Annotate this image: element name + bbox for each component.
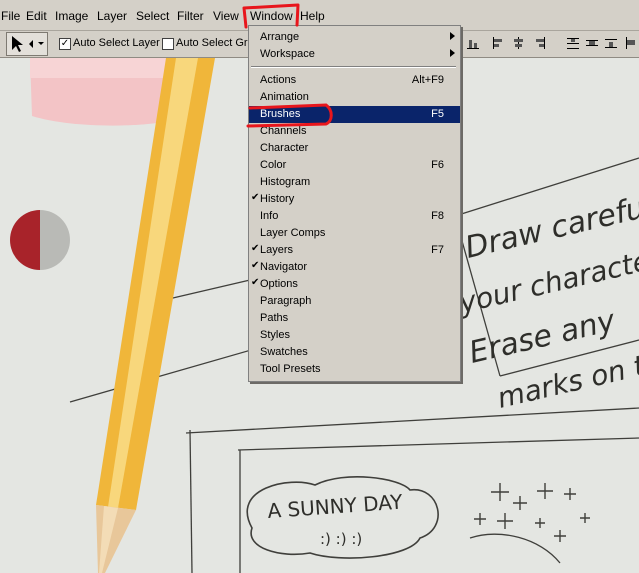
menu-item-color[interactable]: Color F6 (249, 157, 460, 174)
menu-item-label: Navigator (260, 261, 308, 273)
distribute-center-icon[interactable] (585, 36, 599, 50)
menu-item-shortcut: F5 (431, 108, 444, 120)
align-right-icon[interactable] (532, 36, 546, 50)
menu-item-label: Paragraph (260, 295, 312, 307)
menu-item-navigator[interactable]: ✔ Navigator (249, 259, 460, 276)
menu-item-label: Actions (260, 74, 297, 86)
move-tool-icon (12, 36, 44, 52)
menu-item-shortcut: F6 (431, 159, 444, 171)
menu-item-label: Options (260, 278, 298, 290)
menu-item-histogram[interactable]: Histogram (249, 174, 460, 191)
menu-item-options[interactable]: ✔ Options (249, 276, 460, 293)
window-menu-dropdown: Arrange Workspace Actions Alt+F9 Animatio… (248, 25, 461, 382)
submenu-arrow-icon (450, 49, 455, 57)
menu-filter[interactable]: Filter (177, 9, 204, 23)
align-left-icon[interactable] (492, 36, 506, 50)
menu-item-label: Info (260, 210, 279, 222)
menu-item-history[interactable]: ✔ History (249, 191, 460, 208)
menu-view[interactable]: View (213, 9, 239, 23)
menu-item-arrange[interactable]: Arrange (249, 29, 460, 46)
menu-image[interactable]: Image (55, 9, 88, 23)
distribute-left-icon[interactable] (624, 36, 638, 50)
menu-item-label: Layer Comps (260, 227, 326, 239)
menu-help[interactable]: Help (300, 9, 325, 23)
menu-item-shortcut: F7 (431, 244, 444, 256)
menu-item-workspace[interactable]: Workspace (249, 46, 460, 63)
menu-edit[interactable]: Edit (26, 9, 47, 23)
menu-item-shortcut: F8 (431, 210, 444, 222)
menu-file[interactable]: File (1, 9, 20, 23)
menu-select[interactable]: Select (136, 9, 169, 23)
checkmark-icon: ✔ (251, 192, 260, 203)
menu-item-label: Brushes (260, 108, 301, 120)
auto-select-groups-checkbox[interactable] (162, 38, 174, 50)
menu-item-label: Styles (260, 329, 290, 341)
menu-item-paragraph[interactable]: Paragraph (249, 293, 460, 310)
distribute-top-icon[interactable] (566, 36, 580, 50)
menu-item-tool-presets[interactable]: Tool Presets (249, 361, 460, 378)
menu-item-label: Layers (260, 244, 294, 256)
menu-item-label: Color (260, 159, 287, 171)
menu-item-character[interactable]: Character (249, 140, 460, 157)
menu-item-styles[interactable]: Styles (249, 327, 460, 344)
bubble-faces: :) :) :) (320, 530, 362, 548)
menu-item-label: Swatches (260, 346, 308, 358)
menu-item-info[interactable]: Info F8 (249, 208, 460, 225)
menu-item-animation[interactable]: Animation (249, 89, 460, 106)
menu-item-label: Workspace (260, 48, 315, 60)
checkmark-icon: ✔ (251, 277, 260, 288)
checkmark-icon: ✔ (251, 243, 260, 254)
move-tool-preset-picker[interactable] (6, 32, 48, 56)
align-center-icon[interactable] (512, 36, 526, 50)
menu-item-shortcut: Alt+F9 (411, 74, 444, 86)
menu-item-label: Tool Presets (260, 363, 321, 375)
menu-item-channels[interactable]: Channels (249, 123, 460, 140)
auto-select-groups-label: Auto Select Gro (176, 37, 254, 49)
menu-item-label: Animation (260, 91, 309, 103)
distribute-bottom-icon[interactable] (604, 36, 618, 50)
menu-item-actions[interactable]: Actions Alt+F9 (249, 72, 460, 89)
checkmark-icon: ✔ (251, 260, 260, 271)
auto-select-layer-checkbox[interactable]: ✓ (59, 38, 71, 50)
menu-item-swatches[interactable]: Swatches (249, 344, 460, 361)
submenu-arrow-icon (450, 32, 455, 40)
menu-item-brushes[interactable]: Brushes F5 (249, 106, 460, 123)
menu-item-label: Channels (260, 125, 307, 137)
align-bottom-icon[interactable] (466, 36, 480, 50)
menu-item-label: Arrange (260, 31, 300, 43)
menu-item-layer-comps[interactable]: Layer Comps (249, 225, 460, 242)
menu-item-layers[interactable]: ✔ Layers F7 (249, 242, 460, 259)
menu-separator (251, 66, 456, 68)
auto-select-layer-label: Auto Select Layer (73, 37, 160, 49)
menu-item-label: History (260, 193, 295, 205)
menu-window[interactable]: Window (250, 9, 293, 23)
menu-item-label: Histogram (260, 176, 311, 188)
menu-item-label: Character (260, 142, 309, 154)
menu-layer[interactable]: Layer (97, 9, 127, 23)
bubble-title: A SUNNY DAY (267, 490, 404, 523)
menu-item-label: Paths (260, 312, 289, 324)
menu-item-paths[interactable]: Paths (249, 310, 460, 327)
